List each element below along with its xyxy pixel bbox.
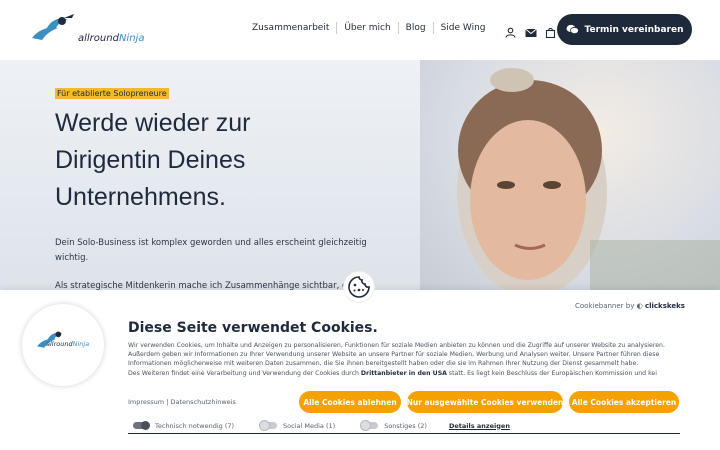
toggle-switch[interactable] [361,421,379,430]
accept-all-button[interactable]: Alle Cookies akzeptieren [569,391,679,413]
clickskeks-logo-icon: ◐ [636,302,643,310]
mail-icon[interactable] [525,23,537,37]
ninja-logo-icon [32,14,74,40]
nav-item-ueber-mich[interactable]: Über mich [344,23,390,33]
cookie-settings-badge[interactable] [344,272,374,302]
cookie-banner: Cookiebanner by ◐ clickskeks allroundNin… [0,290,720,450]
hero-section: Für etablierte Solopreneure Werde wieder… [0,60,720,300]
cart-icon[interactable] [545,23,556,39]
nav-divider [432,22,434,34]
toggle-switch[interactable] [260,421,278,430]
impressum-link[interactable]: Impressum [128,398,164,406]
cookie-description: Wir verwenden Cookies, um Inhalte und An… [128,342,665,377]
user-icon[interactable] [505,23,516,38]
hero-portrait-image [420,60,720,300]
legal-links: Impressum | Datenschutzhinweis [128,398,236,406]
nav-item-blog[interactable]: Blog [406,23,426,33]
toggle-other[interactable]: Sonstiges (2) [357,421,427,430]
hero-headline: Werde wieder zur Dirigentin Deines Unter… [55,109,251,211]
nav-divider [336,22,338,34]
site-logo[interactable]: allroundNinja [28,12,144,48]
cookie-icon [348,276,370,298]
cookie-categories: Technisch notwendig (7) Social Media (1)… [128,418,680,434]
logo-wordmark: allroundNinja [78,33,145,44]
third-party-usa-link[interactable]: Drittanbieter in den USA [361,370,447,377]
toggle-switch[interactable] [133,421,150,430]
cta-label: Termin vereinbaren [584,24,684,35]
site-header: allroundNinja Zusammenarbeit Über mich B… [0,0,720,60]
nav-divider [397,22,399,34]
cookie-title: Diese Seite verwendet Cookies. [128,320,378,336]
header-icons [505,23,556,39]
show-details-link[interactable]: Details anzeigen [449,422,510,430]
nav-item-zusammenarbeit[interactable]: Zusammenarbeit [252,23,329,33]
decline-all-button[interactable]: Alle Cookies ablehnen [299,391,401,413]
main-nav: Zusammenarbeit Über mich Blog Side Wing [252,22,486,34]
book-appointment-button[interactable]: Termin vereinbaren [557,14,692,45]
toggle-necessary[interactable]: Technisch notwendig (7) [128,421,234,430]
banner-logo: allroundNinja [22,304,104,386]
chat-bubbles-icon [566,24,579,35]
nav-item-side-wing[interactable]: Side Wing [441,23,486,33]
hero-paragraph: Dein Solo-Business ist komplex geworden … [55,238,367,263]
page: allroundNinja Zusammenarbeit Über mich B… [0,0,720,450]
privacy-link[interactable]: Datenschutzhinweis [171,398,236,406]
logo-wordmark: allroundNinja [46,340,90,348]
audience-tag: Für etablierte Solopreneure [55,88,169,99]
cookiebanner-credit[interactable]: Cookiebanner by ◐ clickskeks [575,302,685,310]
toggle-social-media[interactable]: Social Media (1) [256,421,335,430]
use-selected-button[interactable]: Nur ausgewählte Cookies verwenden [407,391,563,413]
